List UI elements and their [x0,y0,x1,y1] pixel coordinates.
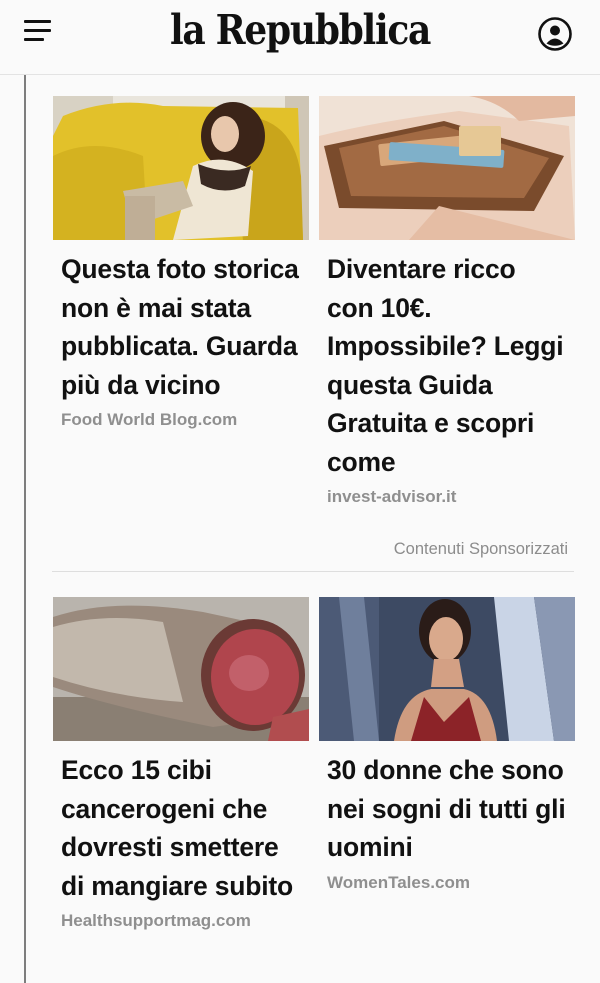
cured-meat-salami-photo [53,597,309,741]
user-account-icon[interactable] [537,16,573,52]
section-divider [52,571,574,572]
article-source: Healthsupportmag.com [61,911,251,930]
article-source: invest-advisor.it [327,487,457,506]
top-header: la Repubblica [0,0,600,75]
woman-red-dress-event-photo [319,597,575,741]
article-source: Food World Blog.com [61,410,238,429]
left-vertical-rule [24,75,26,983]
article-headline[interactable]: Ecco 15 cibi cancerogeni che dovresti sm… [61,751,301,905]
woman-on-yellow-armchair-photo [53,96,309,240]
article-source: WomenTales.com [327,872,470,892]
sponsored-content-label[interactable]: Contenuti Sponsorizzati [394,540,568,559]
article-card[interactable]: Ecco 15 cibi cancerogeni che dovresti sm… [53,597,309,931]
wallet-with-euro-banknotes-photo [319,96,575,240]
article-card[interactable]: Questa foto storica non è mai stata pubb… [53,96,309,430]
article-card[interactable]: Diventare ricco con 10€. Impossibile? Le… [319,96,575,507]
article-headline[interactable]: Diventare ricco con 10€. Impossibile? Le… [327,250,567,481]
article-card[interactable]: 30 donne che sono nei sogni di tutti gli… [319,597,575,893]
article-headline[interactable]: 30 donne che sono nei sogni di tutti gli… [327,751,567,867]
site-logo[interactable]: la Repubblica [36,6,564,54]
article-headline[interactable]: Questa foto storica non è mai stata pubb… [61,250,301,404]
